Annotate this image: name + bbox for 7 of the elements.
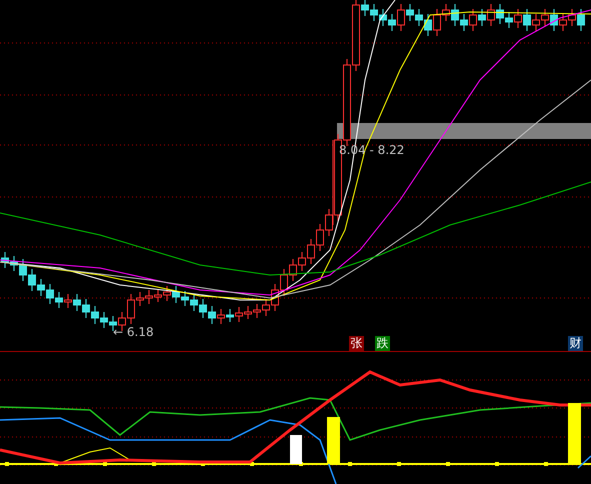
signal-badge: 财	[568, 336, 583, 351]
indicator-bar	[568, 403, 581, 464]
signal-badge: 跌	[375, 336, 390, 351]
indicator-bar	[290, 435, 302, 464]
indicator-bar	[327, 417, 340, 464]
low-price-label: ← 6.18	[113, 325, 154, 339]
signal-badge: 张	[349, 336, 364, 351]
